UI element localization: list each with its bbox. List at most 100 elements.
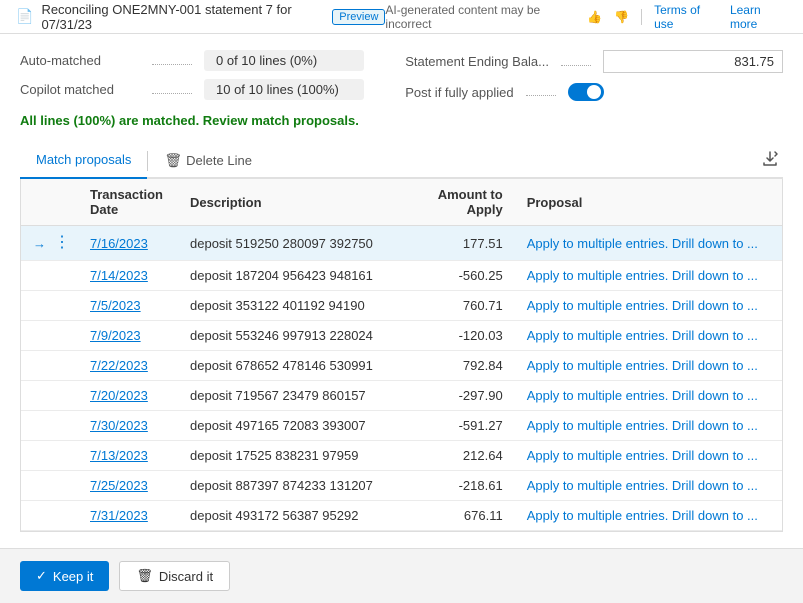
table-row: →⋮7/16/2023deposit 519250 280097 3927501… <box>21 226 782 261</box>
document-icon: 📄 <box>16 8 33 25</box>
table-header-row: Transaction Date Description Amount to A… <box>21 179 782 226</box>
row-arrow-cell <box>21 351 46 381</box>
transaction-proposal[interactable]: Apply to multiple entries. Drill down to… <box>515 291 782 321</box>
transaction-description: deposit 678652 478146 530991 <box>178 351 395 381</box>
copilot-matched-label: Copilot matched <box>20 82 140 97</box>
table-row: 7/5/2023deposit 353122 401192 94190760.7… <box>21 291 782 321</box>
header: 📄 Reconciling ONE2MNY-001 statement 7 fo… <box>0 0 803 34</box>
row-arrow-cell <box>21 291 46 321</box>
transaction-proposal[interactable]: Apply to multiple entries. Drill down to… <box>515 411 782 441</box>
post-toggle[interactable] <box>568 83 604 101</box>
transaction-date[interactable]: 7/16/2023 <box>78 226 178 261</box>
table-row: 7/22/2023deposit 678652 478146 530991792… <box>21 351 782 381</box>
preview-badge: Preview <box>332 9 385 25</box>
kebab-cell <box>46 321 78 351</box>
transaction-date[interactable]: 7/13/2023 <box>78 441 178 471</box>
kebab-cell: ⋮ <box>46 226 78 261</box>
transaction-amount: -218.61 <box>395 471 515 501</box>
table-row: 7/14/2023deposit 187204 956423 948161-56… <box>21 261 782 291</box>
col-arrow <box>21 179 46 226</box>
kebab-icon[interactable]: ⋮ <box>50 233 74 253</box>
transaction-date[interactable]: 7/14/2023 <box>78 261 178 291</box>
row-arrow-cell <box>21 501 46 531</box>
row-arrow-cell <box>21 321 46 351</box>
terms-of-use-link[interactable]: Terms of use <box>654 3 718 31</box>
transaction-date[interactable]: 7/22/2023 <box>78 351 178 381</box>
transaction-proposal[interactable]: Apply to multiple entries. Drill down to… <box>515 441 782 471</box>
transaction-proposal[interactable]: Apply to multiple entries. Drill down to… <box>515 261 782 291</box>
table-row: 7/25/2023deposit 887397 874233 131207-21… <box>21 471 782 501</box>
row-arrow-cell <box>21 471 46 501</box>
transaction-date[interactable]: 7/20/2023 <box>78 381 178 411</box>
arrow-icon: → <box>33 236 46 251</box>
balance-label: Statement Ending Bala... <box>405 54 549 69</box>
tab-match-proposals[interactable]: Match proposals <box>20 144 147 179</box>
balance-row: Statement Ending Bala... <box>405 50 783 73</box>
col-proposal: Proposal <box>515 179 782 226</box>
tab-delete-line[interactable]: 🗑 Delete Line <box>148 144 268 177</box>
transaction-proposal[interactable]: Apply to multiple entries. Drill down to… <box>515 471 782 501</box>
row-arrow-cell <box>21 411 46 441</box>
transaction-amount: -297.90 <box>395 381 515 411</box>
thumbs-down-icon[interactable]: 👎 <box>614 10 629 24</box>
transaction-description: deposit 497165 72083 393007 <box>178 411 395 441</box>
kebab-cell <box>46 351 78 381</box>
main-content: Auto-matched 0 of 10 lines (0%) Copilot … <box>0 34 803 548</box>
transaction-date[interactable]: 7/30/2023 <box>78 411 178 441</box>
table-row: 7/13/2023deposit 17525 838231 97959212.6… <box>21 441 782 471</box>
stats-right: Statement Ending Bala... Post if fully a… <box>405 50 783 101</box>
col-date: Transaction Date <box>78 179 178 226</box>
transactions-table: Transaction Date Description Amount to A… <box>21 179 782 531</box>
tabs-left: Match proposals 🗑 Delete Line <box>20 144 268 177</box>
kebab-cell <box>46 411 78 441</box>
transaction-description: deposit 493172 56387 95292 <box>178 501 395 531</box>
balance-input[interactable] <box>603 50 783 73</box>
page-title: Reconciling ONE2MNY-001 statement 7 for … <box>41 2 324 32</box>
kebab-cell <box>46 501 78 531</box>
transaction-date[interactable]: 7/9/2023 <box>78 321 178 351</box>
discard-button[interactable]: 🗑 Discard it <box>119 561 230 591</box>
keep-label: Keep it <box>53 569 93 584</box>
transaction-proposal[interactable]: Apply to multiple entries. Drill down to… <box>515 501 782 531</box>
transaction-date[interactable]: 7/25/2023 <box>78 471 178 501</box>
post-dots <box>526 88 556 96</box>
transaction-amount: -560.25 <box>395 261 515 291</box>
ai-notice: AI-generated content may be incorrect <box>385 3 575 31</box>
table-row: 7/20/2023deposit 719567 23479 860157-297… <box>21 381 782 411</box>
table-row: 7/30/2023deposit 497165 72083 393007-591… <box>21 411 782 441</box>
col-amount: Amount to Apply <box>395 179 515 226</box>
col-desc: Description <box>178 179 395 226</box>
transaction-proposal[interactable]: Apply to multiple entries. Drill down to… <box>515 226 782 261</box>
keep-button[interactable]: ✓ Keep it <box>20 561 109 591</box>
auto-matched-label: Auto-matched <box>20 53 140 68</box>
stats-left: Auto-matched 0 of 10 lines (0%) Copilot … <box>20 50 364 100</box>
transaction-amount: 177.51 <box>395 226 515 261</box>
learn-more-link[interactable]: Learn more <box>730 3 787 31</box>
table-container: Transaction Date Description Amount to A… <box>20 179 783 532</box>
copilot-matched-row: Copilot matched 10 of 10 lines (100%) <box>20 79 364 100</box>
transaction-proposal[interactable]: Apply to multiple entries. Drill down to… <box>515 381 782 411</box>
thumbs-up-icon[interactable]: 👍 <box>587 10 602 24</box>
table-row: 7/9/2023deposit 553246 997913 228024-120… <box>21 321 782 351</box>
kebab-cell <box>46 261 78 291</box>
transaction-amount: -120.03 <box>395 321 515 351</box>
header-divider <box>641 9 642 25</box>
transaction-proposal[interactable]: Apply to multiple entries. Drill down to… <box>515 351 782 381</box>
transaction-description: deposit 887397 874233 131207 <box>178 471 395 501</box>
post-label: Post if fully applied <box>405 85 513 100</box>
transaction-description: deposit 553246 997913 228024 <box>178 321 395 351</box>
transaction-amount: 792.84 <box>395 351 515 381</box>
kebab-cell <box>46 441 78 471</box>
transaction-date[interactable]: 7/31/2023 <box>78 501 178 531</box>
delete-line-label: Delete Line <box>186 153 252 168</box>
export-icon[interactable] <box>757 146 783 175</box>
transaction-amount: 676.11 <box>395 501 515 531</box>
transaction-date[interactable]: 7/5/2023 <box>78 291 178 321</box>
discard-label: Discard it <box>159 569 213 584</box>
tabs-bar: Match proposals 🗑 Delete Line <box>20 144 783 179</box>
transaction-proposal[interactable]: Apply to multiple entries. Drill down to… <box>515 321 782 351</box>
row-arrow-cell <box>21 261 46 291</box>
transaction-description: deposit 353122 401192 94190 <box>178 291 395 321</box>
kebab-cell <box>46 471 78 501</box>
header-right: AI-generated content may be incorrect 👍 … <box>385 3 787 31</box>
